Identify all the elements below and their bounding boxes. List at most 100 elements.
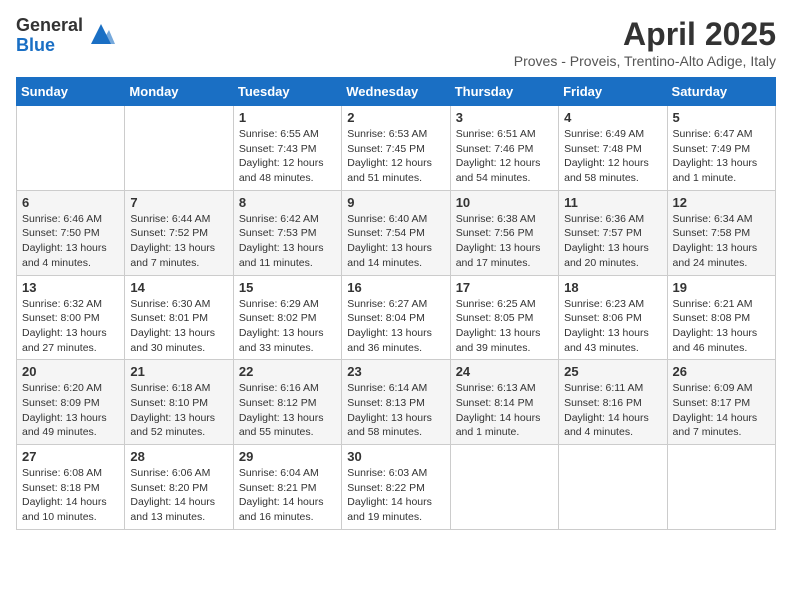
empty-cell <box>125 106 233 191</box>
calendar-header-row: SundayMondayTuesdayWednesdayThursdayFrid… <box>17 78 776 106</box>
calendar-day-cell: 3 Sunrise: 6:51 AM Sunset: 7:46 PM Daylig… <box>450 106 558 191</box>
day-info: Sunrise: 6:34 AM Sunset: 7:58 PM Dayligh… <box>673 212 770 271</box>
calendar-day-cell: 4 Sunrise: 6:49 AM Sunset: 7:48 PM Daylig… <box>559 106 667 191</box>
calendar-week-row: 27 Sunrise: 6:08 AM Sunset: 8:18 PM Dayli… <box>17 445 776 530</box>
calendar-day-cell: 2 Sunrise: 6:53 AM Sunset: 7:45 PM Daylig… <box>342 106 450 191</box>
day-number: 3 <box>456 110 553 125</box>
day-number: 2 <box>347 110 444 125</box>
month-title: April 2025 <box>514 16 776 53</box>
day-number: 17 <box>456 280 553 295</box>
day-number: 10 <box>456 195 553 210</box>
logo-general: General <box>16 16 83 36</box>
day-info: Sunrise: 6:20 AM Sunset: 8:09 PM Dayligh… <box>22 381 119 440</box>
calendar-day-cell: 29 Sunrise: 6:04 AM Sunset: 8:21 PM Dayli… <box>233 445 341 530</box>
day-info: Sunrise: 6:53 AM Sunset: 7:45 PM Dayligh… <box>347 127 444 186</box>
day-number: 9 <box>347 195 444 210</box>
day-info: Sunrise: 6:47 AM Sunset: 7:49 PM Dayligh… <box>673 127 770 186</box>
empty-cell <box>667 445 775 530</box>
day-number: 18 <box>564 280 661 295</box>
calendar-day-cell: 14 Sunrise: 6:30 AM Sunset: 8:01 PM Dayli… <box>125 275 233 360</box>
day-header-wednesday: Wednesday <box>342 78 450 106</box>
calendar-day-cell: 21 Sunrise: 6:18 AM Sunset: 8:10 PM Dayli… <box>125 360 233 445</box>
calendar-day-cell: 13Sunrise: 6:32 AM Sunset: 8:00 PM Dayli… <box>17 275 125 360</box>
day-info: Sunrise: 6:03 AM Sunset: 8:22 PM Dayligh… <box>347 466 444 525</box>
day-number: 27 <box>22 449 119 464</box>
day-info: Sunrise: 6:29 AM Sunset: 8:02 PM Dayligh… <box>239 297 336 356</box>
day-info: Sunrise: 6:18 AM Sunset: 8:10 PM Dayligh… <box>130 381 227 440</box>
calendar-day-cell: 30 Sunrise: 6:03 AM Sunset: 8:22 PM Dayli… <box>342 445 450 530</box>
day-info: Sunrise: 6:44 AM Sunset: 7:52 PM Dayligh… <box>130 212 227 271</box>
calendar-day-cell: 7Sunrise: 6:44 AM Sunset: 7:52 PM Daylig… <box>125 190 233 275</box>
day-number: 29 <box>239 449 336 464</box>
day-number: 1 <box>239 110 336 125</box>
day-info: Sunrise: 6:40 AM Sunset: 7:54 PM Dayligh… <box>347 212 444 271</box>
calendar-day-cell: 5 Sunrise: 6:47 AM Sunset: 7:49 PM Daylig… <box>667 106 775 191</box>
day-number: 19 <box>673 280 770 295</box>
calendar-week-row: 6 Sunrise: 6:46 AM Sunset: 7:50 PM Daylig… <box>17 190 776 275</box>
calendar-day-cell: 15 Sunrise: 6:29 AM Sunset: 8:02 PM Dayli… <box>233 275 341 360</box>
day-number: 4 <box>564 110 661 125</box>
day-number: 30 <box>347 449 444 464</box>
day-header-tuesday: Tuesday <box>233 78 341 106</box>
calendar-day-cell: 26 Sunrise: 6:09 AM Sunset: 8:17 PM Dayli… <box>667 360 775 445</box>
calendar-day-cell: 8 Sunrise: 6:42 AM Sunset: 7:53 PM Daylig… <box>233 190 341 275</box>
day-info: Sunrise: 6:36 AM Sunset: 7:57 PM Dayligh… <box>564 212 661 271</box>
calendar-day-cell: 19Sunrise: 6:21 AM Sunset: 8:08 PM Dayli… <box>667 275 775 360</box>
day-info: Sunrise: 6:51 AM Sunset: 7:46 PM Dayligh… <box>456 127 553 186</box>
calendar-day-cell: 20 Sunrise: 6:20 AM Sunset: 8:09 PM Dayli… <box>17 360 125 445</box>
day-info: Sunrise: 6:49 AM Sunset: 7:48 PM Dayligh… <box>564 127 661 186</box>
day-info: Sunrise: 6:14 AM Sunset: 8:13 PM Dayligh… <box>347 381 444 440</box>
day-number: 22 <box>239 364 336 379</box>
header: General Blue April 2025 Proves - Proveis… <box>16 16 776 69</box>
day-info: Sunrise: 6:08 AM Sunset: 8:18 PM Dayligh… <box>22 466 119 525</box>
empty-cell <box>559 445 667 530</box>
day-number: 26 <box>673 364 770 379</box>
day-number: 12 <box>673 195 770 210</box>
title-area: April 2025 Proves - Proveis, Trentino-Al… <box>514 16 776 69</box>
day-number: 23 <box>347 364 444 379</box>
day-number: 24 <box>456 364 553 379</box>
day-info: Sunrise: 6:25 AM Sunset: 8:05 PM Dayligh… <box>456 297 553 356</box>
day-header-monday: Monday <box>125 78 233 106</box>
calendar-day-cell: 10Sunrise: 6:38 AM Sunset: 7:56 PM Dayli… <box>450 190 558 275</box>
day-number: 5 <box>673 110 770 125</box>
day-number: 21 <box>130 364 227 379</box>
day-info: Sunrise: 6:30 AM Sunset: 8:01 PM Dayligh… <box>130 297 227 356</box>
day-number: 16 <box>347 280 444 295</box>
day-info: Sunrise: 6:55 AM Sunset: 7:43 PM Dayligh… <box>239 127 336 186</box>
calendar-table: SundayMondayTuesdayWednesdayThursdayFrid… <box>16 77 776 530</box>
calendar-week-row: 20 Sunrise: 6:20 AM Sunset: 8:09 PM Dayli… <box>17 360 776 445</box>
calendar-day-cell: 9 Sunrise: 6:40 AM Sunset: 7:54 PM Daylig… <box>342 190 450 275</box>
calendar-day-cell: 24 Sunrise: 6:13 AM Sunset: 8:14 PM Dayli… <box>450 360 558 445</box>
day-info: Sunrise: 6:04 AM Sunset: 8:21 PM Dayligh… <box>239 466 336 525</box>
day-info: Sunrise: 6:06 AM Sunset: 8:20 PM Dayligh… <box>130 466 227 525</box>
day-header-sunday: Sunday <box>17 78 125 106</box>
day-info: Sunrise: 6:42 AM Sunset: 7:53 PM Dayligh… <box>239 212 336 271</box>
empty-cell <box>17 106 125 191</box>
calendar-day-cell: 11Sunrise: 6:36 AM Sunset: 7:57 PM Dayli… <box>559 190 667 275</box>
day-number: 15 <box>239 280 336 295</box>
day-info: Sunrise: 6:32 AM Sunset: 8:00 PM Dayligh… <box>22 297 119 356</box>
day-header-thursday: Thursday <box>450 78 558 106</box>
day-info: Sunrise: 6:16 AM Sunset: 8:12 PM Dayligh… <box>239 381 336 440</box>
day-number: 14 <box>130 280 227 295</box>
day-info: Sunrise: 6:13 AM Sunset: 8:14 PM Dayligh… <box>456 381 553 440</box>
day-info: Sunrise: 6:11 AM Sunset: 8:16 PM Dayligh… <box>564 381 661 440</box>
calendar-day-cell: 28Sunrise: 6:06 AM Sunset: 8:20 PM Dayli… <box>125 445 233 530</box>
empty-cell <box>450 445 558 530</box>
calendar-day-cell: 1 Sunrise: 6:55 AM Sunset: 7:43 PM Daylig… <box>233 106 341 191</box>
day-number: 6 <box>22 195 119 210</box>
day-number: 8 <box>239 195 336 210</box>
day-number: 20 <box>22 364 119 379</box>
day-info: Sunrise: 6:27 AM Sunset: 8:04 PM Dayligh… <box>347 297 444 356</box>
day-header-saturday: Saturday <box>667 78 775 106</box>
calendar-day-cell: 27 Sunrise: 6:08 AM Sunset: 8:18 PM Dayli… <box>17 445 125 530</box>
calendar-day-cell: 6 Sunrise: 6:46 AM Sunset: 7:50 PM Daylig… <box>17 190 125 275</box>
calendar-day-cell: 16 Sunrise: 6:27 AM Sunset: 8:04 PM Dayli… <box>342 275 450 360</box>
day-header-friday: Friday <box>559 78 667 106</box>
day-info: Sunrise: 6:23 AM Sunset: 8:06 PM Dayligh… <box>564 297 661 356</box>
calendar-day-cell: 22 Sunrise: 6:16 AM Sunset: 8:12 PM Dayli… <box>233 360 341 445</box>
calendar-week-row: 1 Sunrise: 6:55 AM Sunset: 7:43 PM Daylig… <box>17 106 776 191</box>
day-info: Sunrise: 6:46 AM Sunset: 7:50 PM Dayligh… <box>22 212 119 271</box>
day-info: Sunrise: 6:09 AM Sunset: 8:17 PM Dayligh… <box>673 381 770 440</box>
